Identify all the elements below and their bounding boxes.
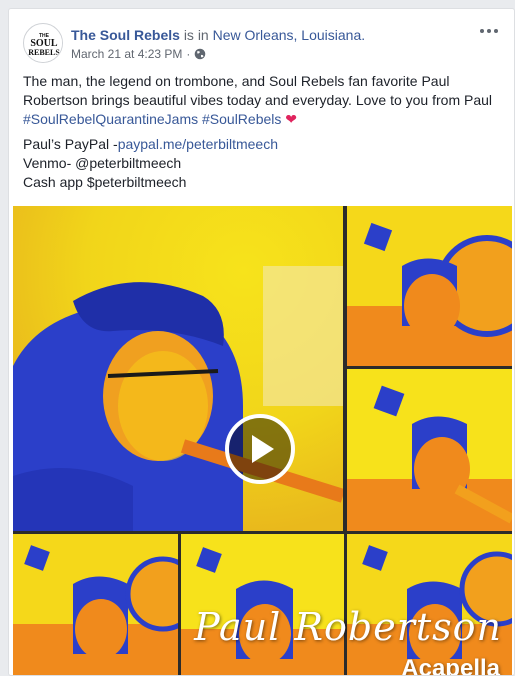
post-meta: March 21 at 4:23 PM ·: [71, 46, 206, 62]
paypal-label: Paul’s PayPal -: [23, 136, 118, 152]
globe-icon: [194, 48, 206, 60]
page-avatar[interactable]: THE SOUL REBELS: [23, 23, 63, 63]
timestamp-link[interactable]: March 21 at 4:23 PM: [71, 46, 182, 62]
paypal-link[interactable]: paypal.me/peterbiltmeech: [118, 136, 278, 152]
is-in-text: is in: [183, 27, 209, 43]
video-tile-bottom-1: [13, 534, 178, 675]
post-title-line: The Soul Rebels is in New Orleans, Louis…: [71, 26, 365, 44]
more-options-icon[interactable]: [478, 23, 500, 39]
meta-separator: ·: [186, 47, 191, 61]
video-tile-main: [13, 206, 343, 531]
video-player[interactable]: Paul Robertson Acapella: [13, 206, 512, 676]
post-message: The man, the legend on trombone, and Sou…: [23, 72, 503, 129]
hashtag-quarantine-jams[interactable]: #SoulRebelQuarantineJams: [23, 111, 198, 127]
play-icon[interactable]: [225, 414, 295, 484]
video-tile-right-1: [347, 206, 512, 366]
video-tile-right-2: [347, 369, 512, 531]
post-card: THE SOUL REBELS The Soul Rebels is in Ne…: [8, 8, 515, 676]
video-overlay-subtitle: Acapella: [401, 655, 500, 676]
svg-text:REBELS: REBELS: [28, 48, 60, 57]
heart-emoji: ❤: [285, 111, 298, 127]
message-text: The man, the legend on trombone, and Sou…: [23, 73, 493, 108]
page-name-link[interactable]: The Soul Rebels: [71, 27, 180, 43]
venmo-line: Venmo- @peterbiltmeech: [23, 155, 182, 171]
video-overlay-title: Paul Robertson: [194, 605, 502, 649]
post-body: The man, the legend on trombone, and Sou…: [23, 72, 503, 192]
post-header: THE SOUL REBELS The Soul Rebels is in Ne…: [23, 23, 500, 67]
soul-rebels-logo: THE SOUL REBELS: [25, 25, 62, 62]
paypal-line: Paul’s PayPal -paypal.me/peterbiltmeech: [23, 135, 503, 154]
cashapp-line: Cash app $peterbiltmeech: [23, 174, 187, 190]
hashtag-soul-rebels[interactable]: #SoulRebels: [202, 111, 281, 127]
location-link[interactable]: New Orleans, Louisiana.: [213, 27, 366, 43]
